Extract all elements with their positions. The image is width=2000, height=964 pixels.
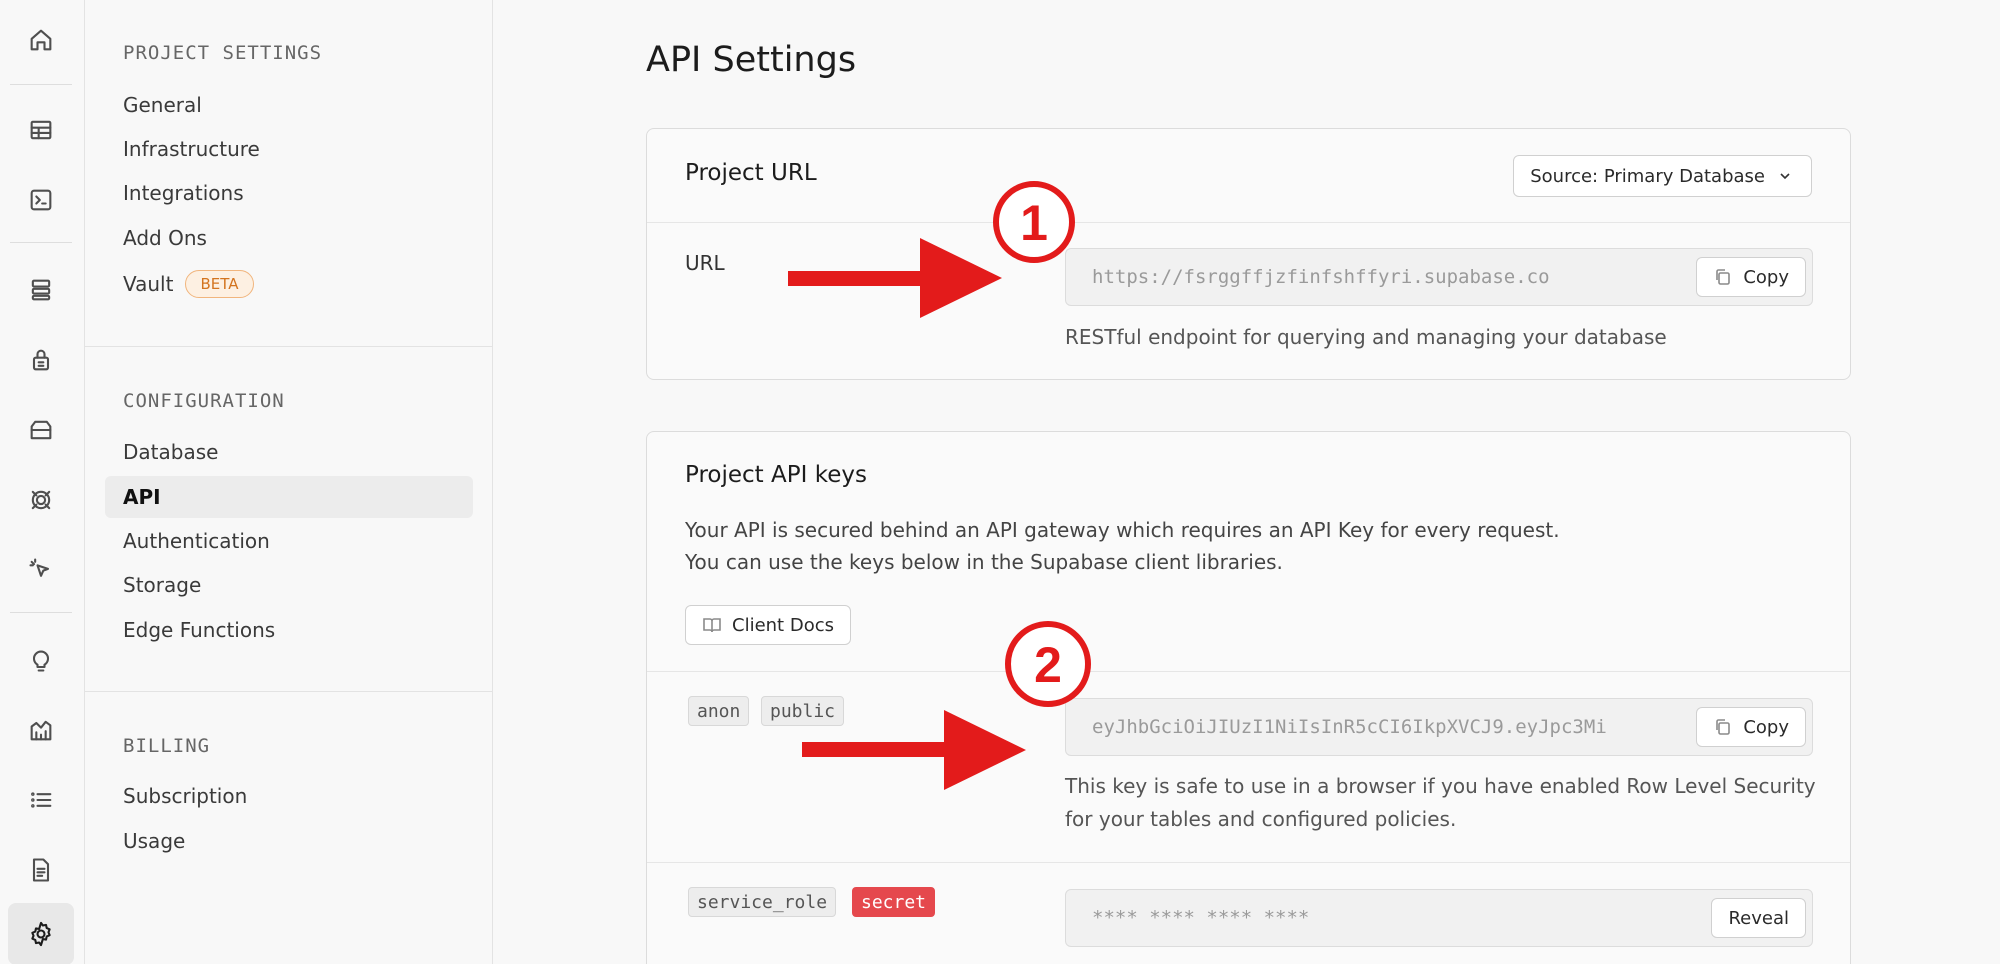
icon-rail xyxy=(0,0,85,964)
project-url-card: Project URL Source: Primary Database URL… xyxy=(646,128,1851,380)
copy-icon xyxy=(1716,269,1731,285)
menu-item-add-ons[interactable]: Add Ons xyxy=(105,217,473,259)
card-divider xyxy=(647,671,1850,672)
menu-item-vault[interactable]: Vault BETA xyxy=(105,263,473,305)
reveal-button[interactable]: Reveal xyxy=(1711,898,1806,938)
chevron-down-icon xyxy=(1780,173,1790,180)
settings-menu: PROJECT SETTINGS General Infrastructure … xyxy=(85,0,493,964)
rail-separator xyxy=(10,612,72,613)
menu-item-authentication[interactable]: Authentication xyxy=(105,520,473,562)
edge-functions-icon[interactable] xyxy=(19,548,63,592)
copy-url-button[interactable]: Copy xyxy=(1696,257,1806,297)
api-keys-card: Project API keys Your API is secured beh… xyxy=(646,431,1851,964)
menu-item-general[interactable]: General xyxy=(105,84,473,126)
public-tag: public xyxy=(761,696,845,726)
menu-item-database[interactable]: Database xyxy=(105,431,473,473)
service-role-key-value[interactable]: **** **** **** **** xyxy=(1092,890,1692,946)
menu-divider xyxy=(85,346,493,347)
book-icon xyxy=(703,618,721,633)
menu-divider xyxy=(85,691,493,692)
project-url-title: Project URL xyxy=(685,160,817,186)
url-label: URL xyxy=(685,251,725,275)
anon-help-line2: for your tables and configured policies. xyxy=(1065,807,1457,831)
source-select[interactable]: Source: Primary Database xyxy=(1513,155,1812,197)
section-title-configuration: CONFIGURATION xyxy=(123,390,285,412)
rail-separator xyxy=(10,84,72,85)
url-field[interactable]: https://fsrggffjzfinfshffyri.supabase.co… xyxy=(1065,248,1813,306)
realtime-icon[interactable] xyxy=(19,478,63,522)
api-keys-desc-line1: Your API is secured behind an API gatewa… xyxy=(685,518,1560,542)
url-value[interactable]: https://fsrggffjzfinfshffyri.supabase.co xyxy=(1092,249,1692,305)
service-role-tag: service_role xyxy=(688,887,837,917)
rail-separator xyxy=(10,242,72,243)
database-icon[interactable] xyxy=(19,268,63,312)
advisor-bulb-icon[interactable] xyxy=(19,638,63,682)
url-help-text: RESTful endpoint for querying and managi… xyxy=(1065,325,1667,349)
table-editor-icon[interactable] xyxy=(19,108,63,152)
api-keys-desc-line2: You can use the keys below in the Supaba… xyxy=(685,550,1283,574)
anon-key-value[interactable]: eyJhbGciOiJIUzI1NiIsInR5cCI6IkpXVCJ9.eyJ… xyxy=(1092,699,1692,755)
menu-item-storage[interactable]: Storage xyxy=(105,564,473,606)
copy-url-label: Copy xyxy=(1743,266,1789,288)
section-title-project-settings: PROJECT SETTINGS xyxy=(123,42,323,64)
menu-item-subscription[interactable]: Subscription xyxy=(105,775,473,817)
anon-tag: anon xyxy=(688,696,750,726)
anon-key-field[interactable]: eyJhbGciOiJIUzI1NiIsInR5cCI6IkpXVCJ9.eyJ… xyxy=(1065,698,1813,756)
section-title-billing: BILLING xyxy=(123,735,211,757)
source-select-label: Source: Primary Database xyxy=(1530,165,1765,187)
beta-badge: BETA xyxy=(185,270,254,298)
menu-item-vault-label: Vault xyxy=(123,272,174,296)
menu-item-usage[interactable]: Usage xyxy=(105,820,473,862)
menu-item-infrastructure[interactable]: Infrastructure xyxy=(105,128,473,170)
sql-editor-icon[interactable] xyxy=(19,178,63,222)
menu-item-api[interactable]: API xyxy=(105,476,473,518)
client-docs-button[interactable]: Client Docs xyxy=(685,605,851,645)
logs-icon[interactable] xyxy=(19,778,63,822)
settings-gear-icon[interactable] xyxy=(8,903,74,964)
reveal-label: Reveal xyxy=(1728,907,1789,929)
secret-tag: secret xyxy=(852,887,936,917)
menu-item-integrations[interactable]: Integrations xyxy=(105,172,473,214)
storage-icon[interactable] xyxy=(19,408,63,452)
home-icon[interactable] xyxy=(19,18,63,62)
copy-anon-label: Copy xyxy=(1743,716,1789,738)
copy-anon-key-button[interactable]: Copy xyxy=(1696,707,1806,747)
service-role-key-field[interactable]: **** **** **** **** Reveal xyxy=(1065,889,1813,947)
reports-icon[interactable] xyxy=(19,708,63,752)
api-keys-title: Project API keys xyxy=(685,462,867,488)
client-docs-label: Client Docs xyxy=(732,614,834,636)
page-title: API Settings xyxy=(646,40,857,80)
card-divider xyxy=(647,222,1850,223)
anon-help-line1: This key is safe to use in a browser if … xyxy=(1065,774,1816,798)
menu-item-edge-functions[interactable]: Edge Functions xyxy=(105,609,473,651)
auth-lock-icon[interactable] xyxy=(19,338,63,382)
docs-icon[interactable] xyxy=(19,848,63,892)
card-divider xyxy=(647,862,1850,863)
copy-icon xyxy=(1716,719,1731,735)
